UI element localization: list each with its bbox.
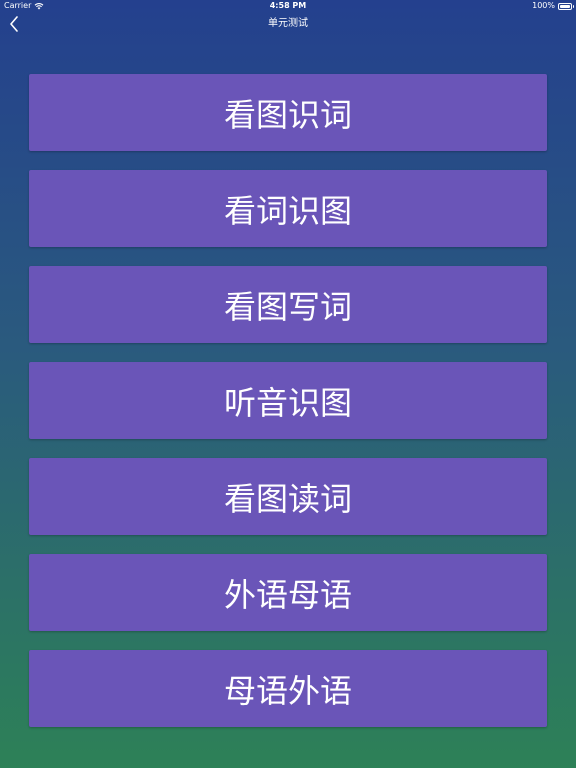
menu-button-foreign-to-native[interactable]: 外语母语 xyxy=(29,554,547,631)
page-title: 单元测试 xyxy=(268,18,308,29)
menu-button-native-to-foreign[interactable]: 母语外语 xyxy=(29,650,547,727)
nav-bar: 单元测试 xyxy=(0,12,576,36)
status-right: 100% xyxy=(532,0,574,12)
menu-button-picture-write-word[interactable]: 看图写词 xyxy=(29,266,547,343)
menu-button-listen-to-picture[interactable]: 听音识图 xyxy=(29,362,547,439)
menu-button-picture-read-word[interactable]: 看图读词 xyxy=(29,458,547,535)
status-time: 4:58 PM xyxy=(269,1,307,10)
menu-button-word-to-picture[interactable]: 看词识图 xyxy=(29,170,547,247)
battery-icon xyxy=(558,2,574,10)
status-bar: Carrier 4:58 PM 100% xyxy=(0,0,576,12)
test-menu: 看图识词 看词识图 看图写词 听音识图 看图读词 外语母语 母语外语 xyxy=(29,74,547,746)
menu-button-picture-to-word[interactable]: 看图识词 xyxy=(29,74,547,151)
battery-percent: 100% xyxy=(532,1,555,10)
